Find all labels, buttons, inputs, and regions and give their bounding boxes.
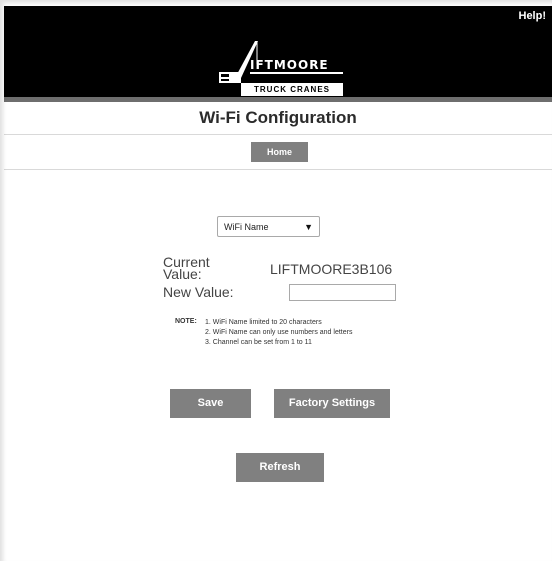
note-item: 2. WiFi Name can only use numbers and le… [205, 329, 353, 336]
factory-settings-button[interactable]: Factory Settings [274, 389, 390, 418]
setting-select[interactable]: WiFi Name ▼ [217, 216, 320, 237]
nav-bar: Home [4, 134, 552, 170]
current-value-label: Current Value: [163, 254, 210, 282]
logo-wordmark: IFTMOORE [250, 58, 329, 72]
save-button[interactable]: Save [170, 389, 251, 418]
note-item: 1. WiFi Name limited to 20 characters [205, 319, 322, 326]
current-value-text: LIFTMOORE3B106 [270, 261, 393, 277]
new-value-input[interactable] [289, 284, 396, 301]
refresh-button[interactable]: Refresh [236, 453, 324, 482]
home-button[interactable]: Home [251, 142, 308, 162]
setting-select-value: WiFi Name [224, 222, 269, 232]
header-banner: Help! IFTMOORE TRUCK CRANES [4, 6, 552, 98]
help-link[interactable]: Help! [519, 10, 547, 22]
new-value-label: New Value: [163, 284, 234, 300]
note-label: NOTE: [175, 318, 197, 325]
note-list: 1. WiFi Name limited to 20 characters 2.… [205, 318, 352, 348]
dropdown-arrow-icon: ▼ [304, 222, 313, 232]
note-item: 3. Channel can be set from 1 to 11 [205, 339, 312, 346]
liftmoore-logo: IFTMOORE TRUCK CRANES [217, 38, 345, 98]
page-title: Wi-Fi Configuration [4, 102, 552, 135]
logo-subtitle: TRUCK CRANES [241, 83, 343, 96]
